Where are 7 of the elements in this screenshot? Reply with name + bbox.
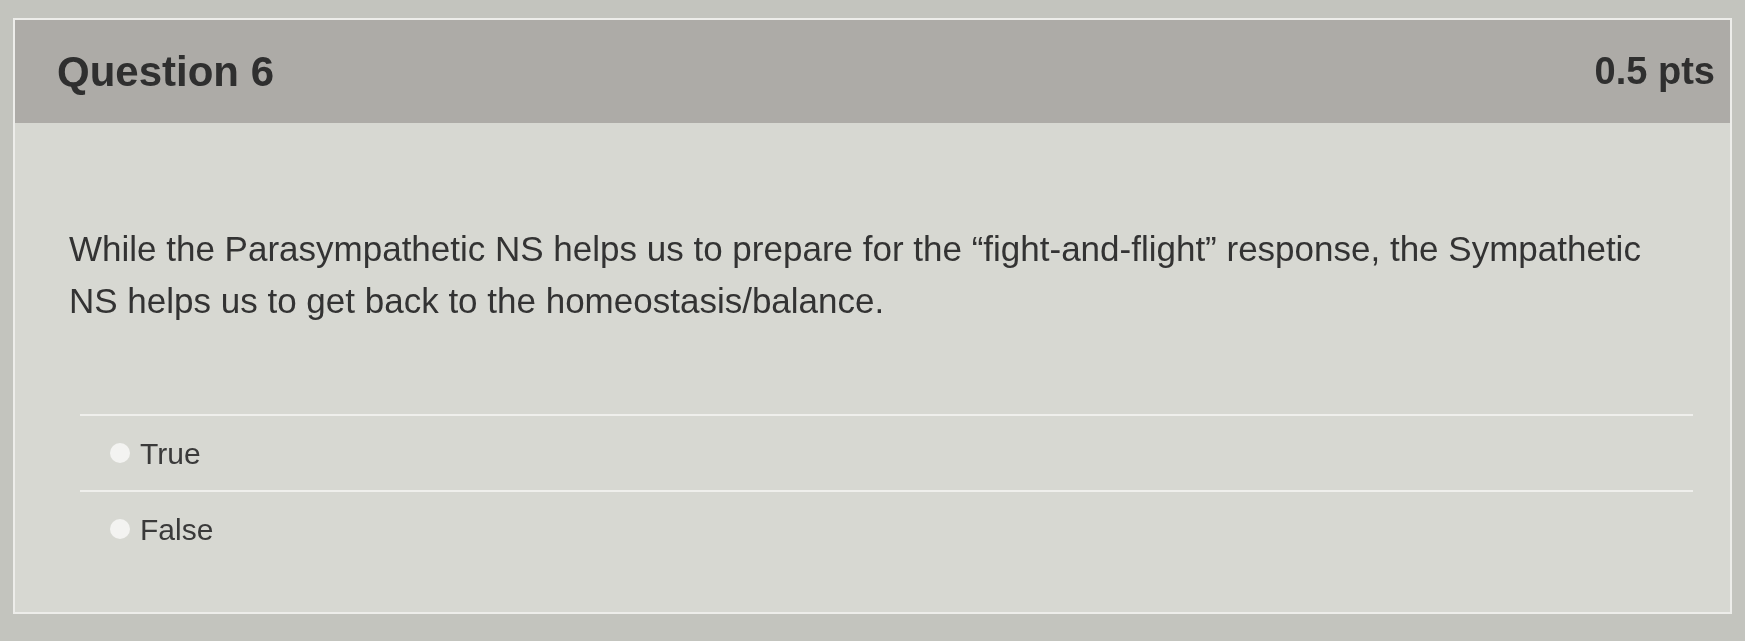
question-title: Question 6 — [57, 47, 275, 97]
question-text: While the Parasympathetic NS helps us to prepare for the “fight-and-flight” response, the Sympathetic NS helps us to get back to the homeostasis/balance. — [69, 228, 1642, 322]
radio-button[interactable] — [110, 519, 130, 539]
radio-button[interactable] — [110, 443, 130, 463]
answer-label[interactable]: False — [140, 506, 214, 552]
points-label: 0.5 pts — [1594, 49, 1715, 94]
answer-label[interactable]: True — [140, 430, 201, 476]
